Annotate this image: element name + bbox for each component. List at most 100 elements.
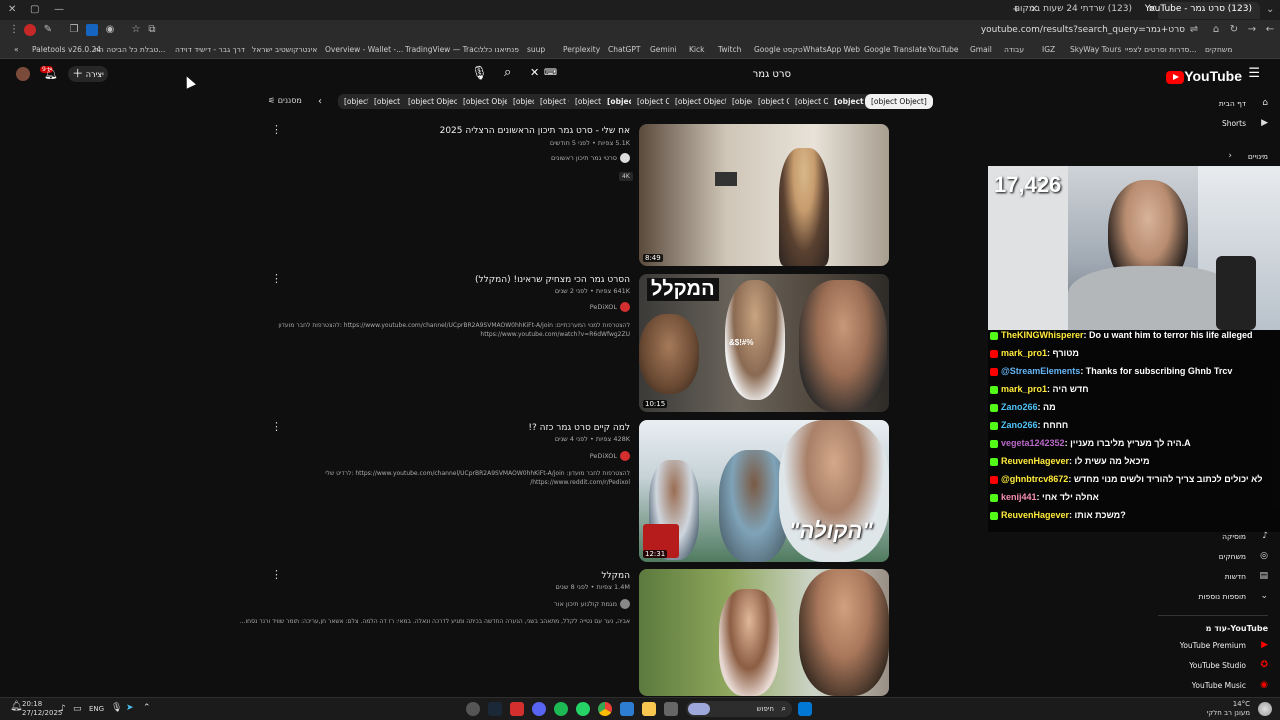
sidebar-item-music-app[interactable]: ◉ YouTube Music bbox=[1068, 680, 1268, 694]
bookmark-item[interactable]: Gemini bbox=[650, 45, 677, 54]
maximize-icon[interactable]: ▢ bbox=[30, 4, 39, 15]
video-title[interactable]: אח שלי - סרט גמר תיכון הראשונים הרצליה 2… bbox=[440, 126, 630, 136]
bookmark-item[interactable]: אינטרקושטיב ישראל bbox=[252, 45, 317, 54]
clock-time[interactable]: 20:18 bbox=[22, 700, 42, 708]
screenshot-icon[interactable]: ⧉ bbox=[146, 24, 158, 36]
bookmark-item[interactable]: ChatGPT bbox=[608, 45, 640, 54]
more-options-icon[interactable]: ⋮ bbox=[271, 272, 282, 285]
bookmark-item[interactable]: SkyWay Tours bbox=[1070, 45, 1121, 54]
youtube-logo[interactable]: YouTube bbox=[1163, 68, 1242, 84]
bookmark-item[interactable]: דרך גבר - דישיד דוידה bbox=[175, 45, 245, 54]
video-title[interactable]: הסרט גמר הכי מצחיק שראינו! (המקלל) bbox=[475, 275, 630, 285]
sidebar-item-studio[interactable]: ✪ YouTube Studio bbox=[1068, 660, 1268, 674]
bookmark-item[interactable]: עבודה bbox=[1004, 45, 1024, 54]
video-title[interactable]: המקלל bbox=[601, 571, 630, 581]
copy-icon[interactable]: ❐ bbox=[68, 24, 80, 36]
steam-icon[interactable] bbox=[488, 702, 502, 716]
bookmark-item[interactable]: Kick bbox=[689, 45, 704, 54]
channel-avatar[interactable] bbox=[620, 153, 630, 163]
minimize-icon[interactable]: — bbox=[54, 4, 64, 15]
bookmark-item[interactable]: suup bbox=[527, 45, 545, 54]
start-icon[interactable] bbox=[798, 702, 812, 716]
microphone-icon[interactable]: 🎙 bbox=[111, 703, 122, 713]
taskview-icon[interactable] bbox=[664, 702, 678, 716]
tab-search-icon[interactable]: ⌄ bbox=[1266, 4, 1274, 15]
chrome-icon[interactable] bbox=[598, 702, 612, 716]
obs-icon[interactable] bbox=[466, 702, 480, 716]
create-button[interactable]: ＋ יצירה bbox=[68, 66, 108, 82]
sidebar-item-premium[interactable]: ▶ YouTube Premium bbox=[1068, 640, 1268, 654]
extension-icon[interactable]: ◉ bbox=[104, 24, 116, 36]
url-text[interactable]: youtube.com/results?search_query=סרט+גמר bbox=[981, 25, 1185, 35]
bookmark-item[interactable]: Paletools v26.0.24 bbox=[32, 45, 101, 54]
profile-icon[interactable] bbox=[24, 24, 36, 36]
channel-name[interactable]: סרטי גמר תיכון ראשונים bbox=[551, 153, 630, 163]
weather-temp[interactable]: 14°C bbox=[1233, 700, 1250, 708]
channel-name[interactable]: PeDiXOL bbox=[590, 302, 630, 312]
keyboard-icon[interactable]: ⌨ bbox=[544, 68, 557, 78]
close-window-icon[interactable]: ✕ bbox=[8, 4, 16, 15]
avatar[interactable] bbox=[16, 67, 30, 81]
more-options-icon[interactable]: ⋮ bbox=[271, 123, 282, 136]
bookmark-item[interactable]: IGZ bbox=[1042, 45, 1055, 54]
reload-icon[interactable]: ↻ bbox=[1228, 24, 1240, 36]
video-title[interactable]: למה קיים סרט גמר כזה ?! bbox=[528, 423, 630, 433]
sidebar-header-subscriptions[interactable]: מינויים › bbox=[1068, 151, 1268, 165]
video-thumbnail[interactable] bbox=[639, 569, 889, 696]
notifications-icon[interactable]: 🔔︎ bbox=[10, 701, 23, 712]
bookmark-item[interactable]: TradingView — Trac... bbox=[405, 45, 485, 54]
bookmark-item[interactable]: Google טקסט bbox=[754, 45, 803, 54]
sidebar-item-more[interactable]: ⌄ תוספות נוספות bbox=[1068, 591, 1268, 605]
microphone-icon[interactable]: 🎙 bbox=[471, 66, 488, 81]
menu-dots-icon[interactable]: ⋮ bbox=[8, 24, 20, 36]
channel-name[interactable]: מגמת קולנוע תיכון אור bbox=[554, 599, 630, 609]
bookmark-item[interactable]: Overview - Wallet -... bbox=[325, 45, 403, 54]
bookmark-item[interactable]: Gmail bbox=[970, 45, 992, 54]
tab-inactive[interactable]: (123) שרדתי 24 שעות במקום bbox=[1014, 2, 1140, 19]
discord-icon[interactable] bbox=[532, 702, 546, 716]
tune-icon[interactable]: ⇌ bbox=[1188, 24, 1200, 36]
more-options-icon[interactable]: ⋮ bbox=[271, 420, 282, 433]
extension-icon[interactable]: ✎ bbox=[42, 24, 54, 36]
tab-active[interactable]: (123) סרט גמר - YouTube bbox=[1145, 2, 1260, 19]
sidebar-item-news[interactable]: ▤ חדשות bbox=[1068, 571, 1268, 585]
sidebar-item-gaming[interactable]: ◎ משחקים bbox=[1068, 551, 1268, 565]
more-options-icon[interactable]: ⋮ bbox=[271, 568, 282, 581]
search-icon[interactable]: ⌕ bbox=[504, 65, 511, 80]
video-thumbnail[interactable]: 8:49 bbox=[639, 124, 889, 266]
channel-name[interactable]: PeDiXOL bbox=[590, 451, 630, 461]
sidebar-item-home[interactable]: ⌂ דף הבית bbox=[1068, 98, 1268, 112]
language-indicator[interactable]: ENG bbox=[89, 705, 104, 713]
spotify-icon[interactable] bbox=[554, 702, 568, 716]
weather-desc[interactable]: מעונן רב חלקי bbox=[1207, 709, 1250, 717]
sidebar-item-shorts[interactable]: ▶ Shorts bbox=[1068, 118, 1268, 132]
video-thumbnail[interactable]: המקלל &$!#% 10:15 bbox=[639, 274, 889, 412]
video-thumbnail[interactable]: "הקולה" 12:31 bbox=[639, 420, 889, 562]
channel-avatar[interactable] bbox=[620, 302, 630, 312]
volume-icon[interactable]: ♪ bbox=[60, 704, 66, 714]
channel-avatar[interactable] bbox=[620, 451, 630, 461]
bookmark-item[interactable]: משחקים bbox=[1205, 45, 1232, 54]
telegram-icon[interactable]: ➤ bbox=[126, 703, 134, 713]
forward-icon[interactable]: → bbox=[1246, 24, 1258, 36]
chip-active[interactable]: [object Object] bbox=[865, 94, 933, 109]
clock-date[interactable]: 27/12/2025 bbox=[22, 709, 62, 717]
search-input[interactable] bbox=[545, 65, 795, 83]
back-icon[interactable]: ← bbox=[1264, 24, 1276, 36]
bookmarks-overflow-icon[interactable]: « bbox=[14, 45, 19, 54]
channel-avatar[interactable] bbox=[620, 599, 630, 609]
bookmark-item[interactable]: Google Translate bbox=[864, 45, 927, 54]
bookmark-star-icon[interactable]: ☆ bbox=[130, 24, 142, 36]
bookmark-item[interactable]: Perplexity bbox=[563, 45, 600, 54]
hamburger-menu-icon[interactable]: ☰ bbox=[1248, 66, 1260, 81]
network-icon[interactable]: ▭ bbox=[73, 704, 82, 714]
bookmark-item[interactable]: WhatsApp Web bbox=[803, 45, 860, 54]
app-icon[interactable] bbox=[510, 702, 524, 716]
bookmark-item[interactable]: YouTube bbox=[928, 45, 959, 54]
tray-chevron-icon[interactable]: ⌃ bbox=[143, 703, 151, 713]
taskbar-search[interactable]: ⌕ חיפוש bbox=[686, 701, 792, 717]
clear-search-icon[interactable]: ✕ bbox=[530, 66, 539, 79]
store-icon[interactable] bbox=[620, 702, 634, 716]
bookmark-item[interactable]: סדרות וסרטים לצפיי... bbox=[1125, 45, 1197, 54]
whatsapp-icon[interactable] bbox=[576, 702, 590, 716]
